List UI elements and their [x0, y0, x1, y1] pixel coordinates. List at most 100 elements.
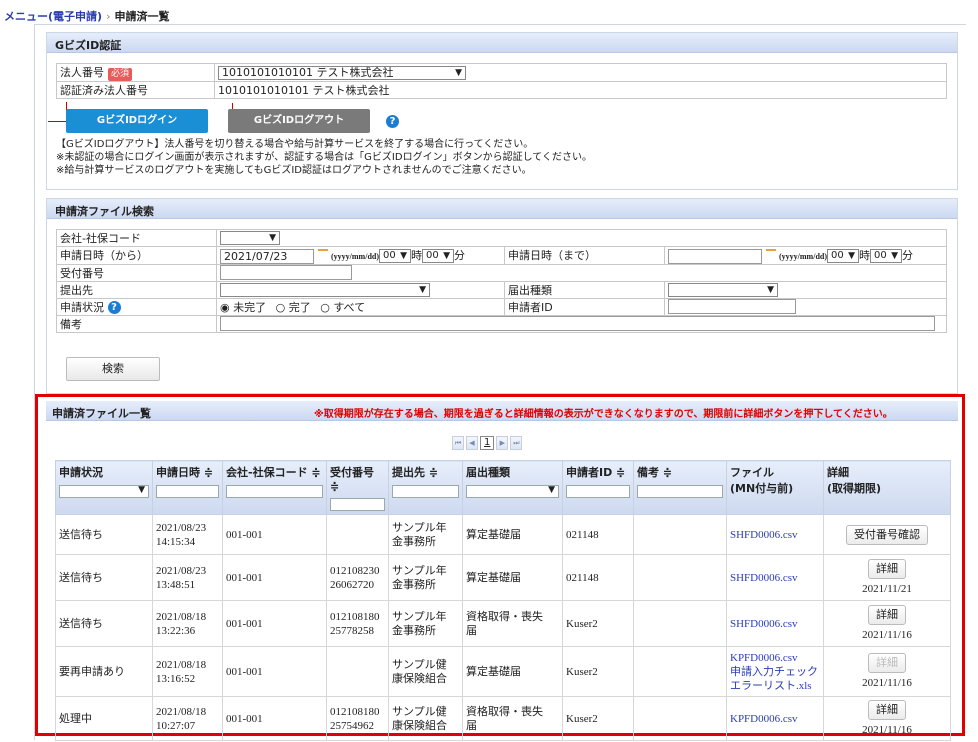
from-minute-select[interactable]: 00 ▼	[422, 249, 454, 263]
kind-text: 算定基礎届	[466, 664, 521, 678]
radio-all[interactable]: ○ すべて	[320, 301, 365, 314]
gbiz-panel-title: GビズID認証	[47, 33, 957, 53]
cell-receipt: 012108180 25754962	[326, 696, 389, 741]
to-hour-select[interactable]: 00 ▼	[827, 249, 859, 263]
detail-button[interactable]: 詳細	[868, 653, 906, 673]
help-icon[interactable]: ?	[107, 301, 121, 314]
auth-corp-label: 認証済み法人番号	[56, 81, 215, 99]
current-page[interactable]: 1	[480, 436, 495, 450]
col-dest[interactable]: 提出先 ≑	[388, 460, 463, 515]
next-page-button[interactable]: ▶	[496, 436, 509, 450]
col-date[interactable]: 申請日時 ≑	[152, 460, 223, 515]
to-minute-select[interactable]: 00 ▼	[870, 249, 902, 263]
col-applicant[interactable]: 申請者ID ≑	[562, 460, 634, 515]
detail-button[interactable]: 詳細	[868, 700, 906, 720]
status-filter-select[interactable]: ▼	[59, 485, 149, 498]
date-filter-input[interactable]	[156, 485, 219, 498]
radio-incomplete[interactable]: ◉ 未完了	[220, 301, 266, 314]
note-filter-input[interactable]	[637, 485, 723, 498]
kind-filter-select[interactable]: ▼	[466, 485, 559, 498]
detail-button[interactable]: 詳細	[868, 559, 906, 579]
cell-note	[633, 646, 727, 697]
cell-date: 2021/08/23 13:48:51	[152, 554, 223, 601]
applicant-text: Kuser2	[566, 712, 598, 725]
receipt-text: 25778258	[330, 624, 374, 637]
notes-label: 備考	[56, 314, 217, 333]
date-format-hint: (yyyy/mm/dd)	[331, 252, 379, 261]
cell-code: 001-001	[222, 646, 327, 697]
kind-text: 算定基礎届	[466, 527, 521, 541]
cell-applicant: 021148	[562, 514, 634, 555]
breadcrumb-menu-link[interactable]: メニュー(電子申請)	[4, 10, 102, 23]
chevron-down-icon: ▼	[419, 284, 426, 295]
divider	[48, 121, 66, 122]
applicant-filter-input[interactable]	[566, 485, 630, 498]
gbiz-login-button[interactable]: GビズIDログイン	[66, 109, 208, 133]
cell-code: 001-001	[222, 554, 327, 601]
kind-text: 算定基礎届	[466, 570, 521, 584]
company-code-select[interactable]: ▼	[220, 231, 280, 245]
applicant-input[interactable]	[668, 299, 796, 314]
last-page-button[interactable]: ⏭	[510, 436, 523, 450]
calendar-icon[interactable]	[765, 249, 776, 251]
file-link[interactable]: エラーリスト.xls	[730, 679, 820, 693]
table-row: 処理中 2021/08/18 10:27:07 001-001 012108180 257…	[55, 696, 951, 741]
minute-unit: 分	[902, 249, 913, 262]
chevron-down-icon: ▼	[548, 485, 555, 495]
file-link[interactable]: 申請入力チェック	[730, 665, 820, 679]
kind-select[interactable]: ▼	[668, 282, 778, 297]
cell-receipt: 012108180 25778258	[326, 600, 389, 647]
code-filter-input[interactable]	[226, 485, 323, 498]
col-kind[interactable]: 届出種類 ▼	[462, 460, 563, 515]
col-status[interactable]: 申請状況 ▼	[55, 460, 153, 515]
cell-status: 処理中	[55, 696, 153, 741]
code-text: 001-001	[226, 528, 263, 541]
prev-page-button[interactable]: ◀	[466, 436, 478, 450]
dest-text: 金事務所	[392, 623, 436, 637]
cell-date: 2021/08/18 13:16:52	[152, 646, 223, 697]
corp-number-select[interactable]: 1010101010101 テスト株式会社 ▼	[218, 65, 466, 80]
corp-number-label: 法人番号 必須	[56, 63, 215, 82]
from-date-input[interactable]: 2021/07/23	[220, 248, 314, 264]
dest-select[interactable]: ▼	[220, 282, 430, 297]
file-link[interactable]: KPFD0006.csv	[730, 651, 820, 665]
col-receipt[interactable]: 受付番号 ≑	[326, 460, 389, 515]
calendar-icon[interactable]	[317, 249, 328, 251]
detail-button[interactable]: 受付番号確認	[846, 524, 928, 545]
detail-button[interactable]: 詳細	[868, 605, 906, 625]
radio-complete[interactable]: ○ 完了	[276, 301, 311, 314]
file-link[interactable]: SHFD0006.csv	[730, 571, 820, 585]
cell-receipt: 012108230 26062720	[326, 554, 389, 601]
dest-text: 金事務所	[392, 577, 436, 591]
kind-text: 資格取得・喪失	[466, 704, 543, 718]
from-date-label: 申請日時（から）	[56, 246, 217, 265]
applicant-text: 021148	[566, 528, 599, 541]
cell-kind: 算定基礎届	[462, 514, 563, 555]
receipt-input[interactable]	[220, 265, 352, 280]
cell-detail: 詳細 2021/11/16	[823, 646, 951, 697]
date-text: 13:22:36	[156, 624, 196, 637]
dest-filter-input[interactable]	[392, 485, 459, 498]
search-button[interactable]: 検索	[66, 357, 160, 381]
receipt-text: 012108180	[330, 610, 380, 623]
dest-text: サンプル年	[392, 609, 447, 623]
from-hour-select[interactable]: 00 ▼	[379, 249, 411, 263]
file-link[interactable]: SHFD0006.csv	[730, 528, 820, 542]
file-link[interactable]: KPFD0006.csv	[730, 712, 820, 726]
col-note[interactable]: 備考 ≑	[633, 460, 727, 515]
cell-note	[633, 600, 727, 647]
date-text: 14:15:34	[156, 535, 196, 548]
minute-unit: 分	[454, 249, 465, 262]
status-text: 送信待ち	[59, 570, 103, 584]
file-link[interactable]: SHFD0006.csv	[730, 617, 820, 631]
receipt-text: 26062720	[330, 578, 374, 591]
gbiz-logout-button[interactable]: GビズIDログアウト	[228, 109, 370, 133]
help-icon[interactable]: ?	[386, 115, 399, 128]
receipt-filter-input[interactable]	[330, 498, 385, 511]
receipt-label: 受付番号	[56, 263, 217, 282]
to-date-label: 申請日時（まで）	[504, 246, 665, 265]
to-date-input[interactable]	[668, 248, 762, 264]
first-page-button[interactable]: ⏮	[452, 436, 464, 450]
col-code[interactable]: 会社-社保コード ≑	[222, 460, 327, 515]
notes-input[interactable]	[220, 316, 935, 331]
